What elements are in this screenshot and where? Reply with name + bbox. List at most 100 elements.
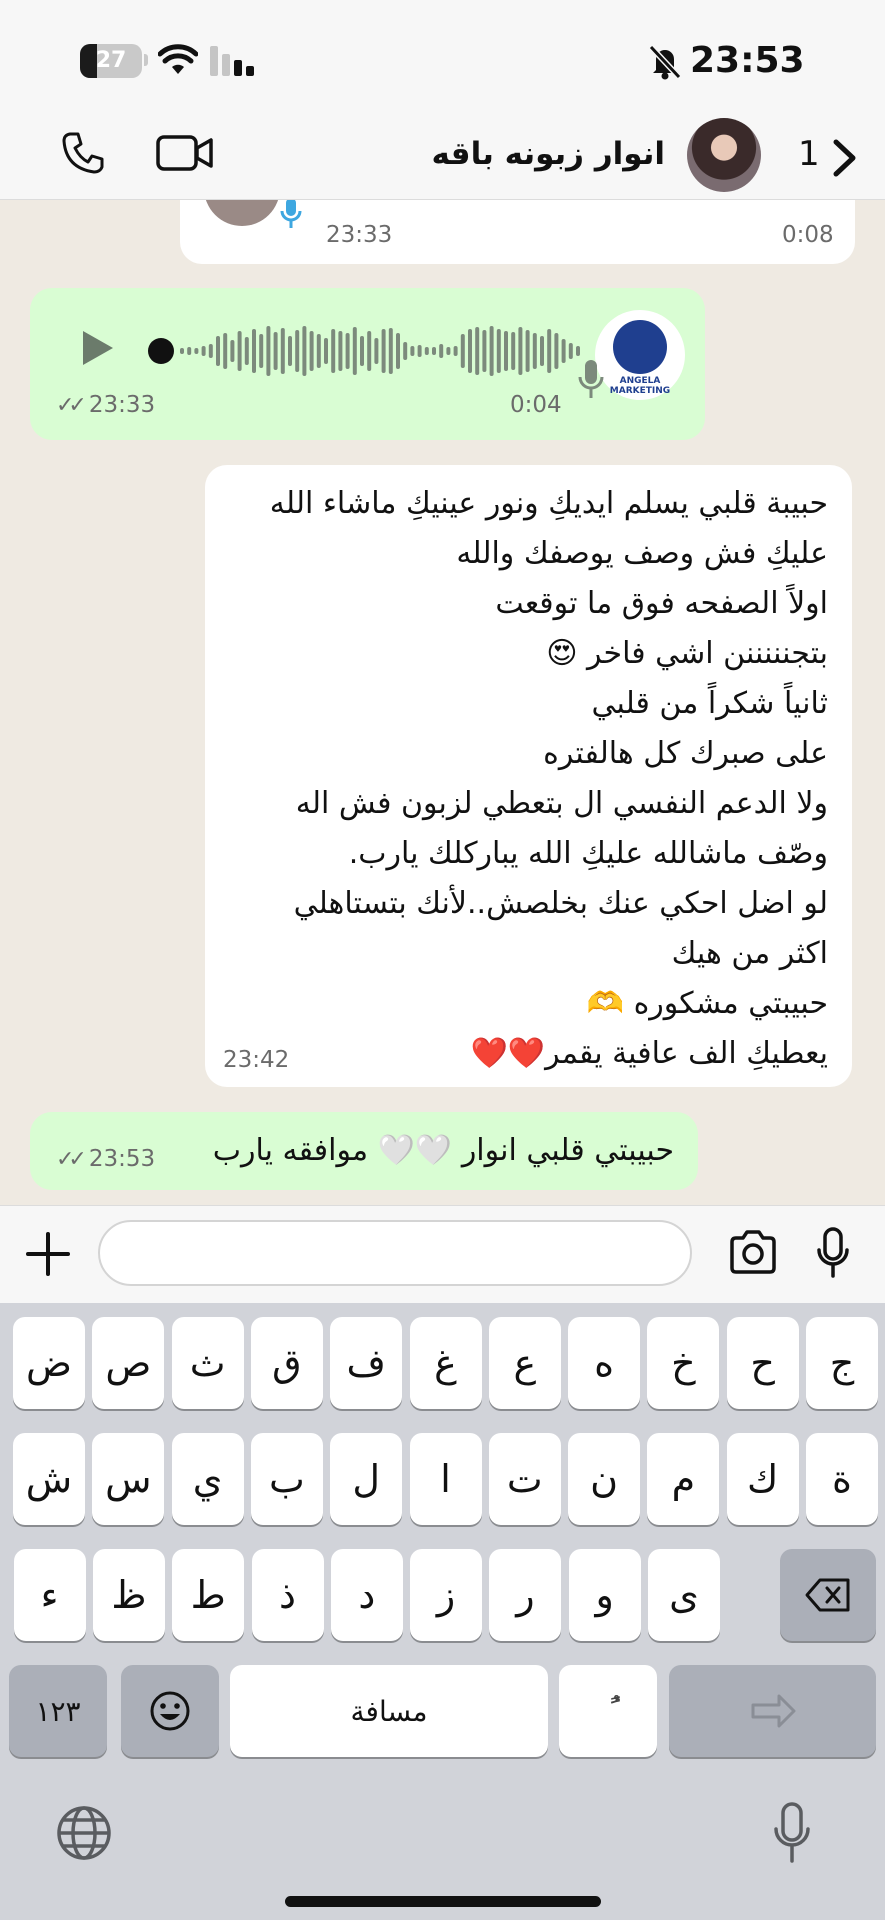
waveform-bar <box>403 342 408 360</box>
waveform-bar <box>532 333 537 369</box>
globe-icon[interactable] <box>56 1805 112 1861</box>
message-line: اولاً الصفحه فوق ما توقعت <box>495 586 828 621</box>
space-key[interactable]: مسافة <box>230 1665 548 1757</box>
key-letter[interactable]: ب <box>250 1433 323 1525</box>
waveform-bar <box>432 347 436 355</box>
phone-call-icon[interactable] <box>60 130 106 176</box>
battery-level: 27 <box>95 48 127 73</box>
plus-icon[interactable] <box>24 1230 72 1278</box>
key-letter[interactable]: ص <box>92 1317 165 1409</box>
arabic-keyboard: جحخهعغفقثصض ةكمنتالبيسش ىورزدذطظء ١٢٣ مس… <box>0 1303 885 1920</box>
waveform-bar <box>252 329 256 373</box>
numbers-key[interactable]: ١٢٣ <box>9 1665 107 1757</box>
key-letter[interactable]: ي <box>171 1433 244 1525</box>
sender-avatar <box>204 200 280 226</box>
key-letter[interactable]: و <box>568 1549 641 1641</box>
waveform-bar <box>496 329 501 373</box>
key-letter[interactable]: غ <box>409 1317 482 1409</box>
read-receipt-icon: ✓✓ <box>56 1147 87 1172</box>
waveform-bar <box>525 330 530 372</box>
read-receipt-icon: ✓✓ <box>56 393 87 418</box>
key-letter[interactable]: ع <box>488 1317 561 1409</box>
top-bar: 27 23:53 انوار زبونه باقه 1 <box>0 0 885 200</box>
waveform-bar <box>561 339 566 363</box>
waveform-bar <box>568 343 573 359</box>
camera-icon[interactable] <box>728 1230 778 1274</box>
message-line: لو اضل احكي عنك بخلصش..لأنك بتستاهلي <box>293 886 828 921</box>
outgoing-text-message[interactable]: حبيبتي قلبي انوار 🤍🤍 موافقه يارب ✓✓ 23:53 <box>30 1112 698 1190</box>
message-input[interactable] <box>98 1220 692 1286</box>
incoming-text-message[interactable]: حبيبة قلبي يسلم ايديكِ ونور عينيكِ ماشاء… <box>205 465 852 1087</box>
key-letter[interactable]: ح <box>726 1317 799 1409</box>
waveform-bar <box>424 347 429 355</box>
waveform-bar <box>230 340 235 362</box>
emoji-key[interactable] <box>121 1665 219 1757</box>
microphone-icon[interactable] <box>816 1226 850 1280</box>
waveform-bar <box>187 347 192 355</box>
key-letter[interactable]: ث <box>171 1317 244 1409</box>
key-letter[interactable]: ى <box>648 1549 720 1641</box>
key-letter[interactable]: س <box>92 1433 165 1525</box>
cellular-signal-icon <box>210 46 254 76</box>
key-letter[interactable]: ت <box>488 1433 561 1525</box>
return-key[interactable] <box>669 1665 876 1757</box>
key-letter[interactable]: ر <box>489 1549 562 1641</box>
video-call-icon[interactable] <box>156 134 214 172</box>
message-time-with-ticks: ✓✓ 23:53 <box>56 1146 155 1172</box>
key-letter[interactable]: ك <box>726 1433 799 1525</box>
key-letter[interactable]: ل <box>330 1433 403 1525</box>
key-letter[interactable]: ج <box>806 1317 878 1409</box>
key-letter[interactable]: ق <box>250 1317 323 1409</box>
key-letter[interactable]: ه <box>568 1317 641 1409</box>
diacritics-key[interactable]: ًُ <box>559 1665 657 1757</box>
chevron-right-icon[interactable] <box>832 138 858 178</box>
logo-text: ANGELA MARKETING <box>609 376 671 396</box>
waveform-bar <box>504 331 508 371</box>
waveform-bar <box>381 329 386 373</box>
key-letter[interactable]: ش <box>13 1433 85 1525</box>
message-time: 23:33 <box>326 222 393 248</box>
waveform-bar <box>511 332 516 370</box>
chat-area[interactable]: 23:33 0:08 ANGELA MARKETING ✓✓ 23:33 0:04… <box>0 200 885 1205</box>
key-letter[interactable]: ظ <box>92 1549 165 1641</box>
key-letter[interactable]: ء <box>13 1549 86 1641</box>
key-letter[interactable]: ز <box>410 1549 483 1641</box>
waveform-bar <box>576 346 580 356</box>
silent-bell-icon <box>648 44 682 80</box>
battery-indicator: 27 <box>80 44 142 78</box>
key-letter[interactable]: ط <box>172 1549 245 1641</box>
waveform-bar <box>331 329 336 373</box>
play-icon[interactable] <box>80 328 116 368</box>
message-line: بتجنننننن اشي فاخر 😍 <box>546 636 828 671</box>
backspace-icon <box>805 1578 850 1612</box>
wifi-icon <box>158 44 198 74</box>
waveform-bar <box>439 344 444 358</box>
waveform-bar <box>273 332 278 370</box>
waveform-bar <box>180 348 184 354</box>
key-letter[interactable]: ن <box>568 1433 641 1525</box>
contact-name[interactable]: انوار زبونه باقه <box>432 136 666 172</box>
message-line: على صبرك كل هالفتره <box>543 736 828 771</box>
key-letter[interactable]: ة <box>806 1433 878 1525</box>
backspace-key[interactable] <box>780 1549 876 1641</box>
incoming-voice-message[interactable]: 23:33 0:08 <box>180 200 855 264</box>
message-line: اكثر من هيك <box>671 936 828 971</box>
dictation-microphone-icon[interactable] <box>772 1801 812 1865</box>
key-letter[interactable]: ا <box>409 1433 482 1525</box>
key-letter[interactable]: ض <box>13 1317 85 1409</box>
waveform-bar <box>518 327 523 375</box>
waveform-bar <box>216 336 220 366</box>
contact-avatar[interactable] <box>687 118 761 192</box>
key-letter[interactable]: ذ <box>251 1549 324 1641</box>
waveform-bar <box>259 334 264 368</box>
voice-duration: 0:08 <box>782 222 834 248</box>
unread-count[interactable]: 1 <box>798 134 820 174</box>
playback-scrubber[interactable] <box>148 338 174 364</box>
message-line: عليكِ فش وصف يوصفك والله <box>456 536 828 571</box>
key-letter[interactable]: م <box>647 1433 720 1525</box>
key-letter[interactable]: ف <box>330 1317 403 1409</box>
outgoing-voice-message[interactable]: ANGELA MARKETING ✓✓ 23:33 0:04 <box>30 288 705 440</box>
key-letter[interactable]: د <box>330 1549 403 1641</box>
voice-waveform <box>180 326 580 376</box>
key-letter[interactable]: خ <box>647 1317 720 1409</box>
